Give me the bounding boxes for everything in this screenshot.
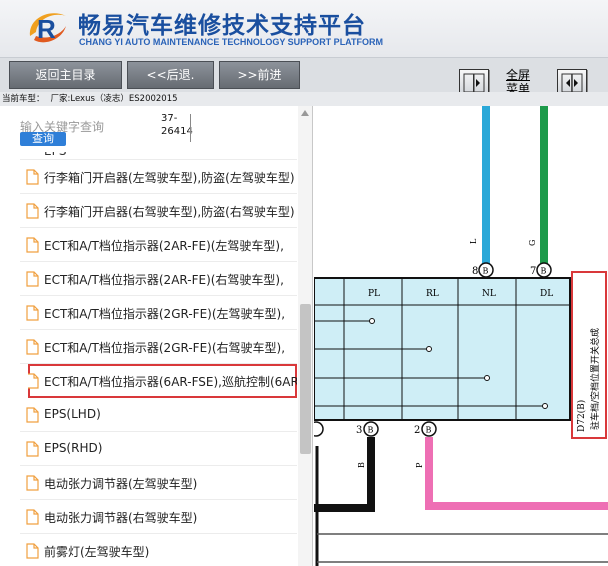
sidebar-tree: 输入关键字查询 37- 26414 查询 EPS 行李箱门开启器(左驾驶车型),… — [0, 106, 313, 566]
list-item[interactable]: ECT和A/T档位指示器(2GR-FE)(右驾驶车型), — [20, 330, 297, 364]
header-banner: R 畅易汽车维修技术支持平台 CHANG YI AUTO MAINTENANCE… — [0, 0, 608, 58]
vehicle-label: 当前车型： — [2, 94, 45, 104]
document-icon — [26, 339, 39, 355]
list-item[interactable]: ECT和A/T档位指示器(2GR-FE)(左驾驶车型), — [20, 296, 297, 330]
list-item-label: ECT和A/T档位指示器(2AR-FE)(左驾驶车型), — [44, 239, 284, 253]
pin-2-label: 2 — [414, 425, 420, 436]
brand-title: 畅易汽车维修技术支持平台 — [78, 13, 366, 39]
col-dl-label: DL — [540, 289, 553, 299]
vehicle-maker: 厂家:Lexus（凌志）ES2002015 — [50, 94, 178, 104]
component-name: 驻车档/空档位置开关总成 — [589, 328, 601, 430]
pin-left-connector — [314, 421, 324, 437]
wiring-diagram[interactable]: L G 8 B 7 B PL RL NL DL D72(B) 驻车档/空档位置开… — [314, 106, 608, 566]
search-value[interactable]: 37- 26414 — [161, 112, 193, 138]
app-window: R 畅易汽车维修技术支持平台 CHANG YI AUTO MAINTENANCE… — [0, 0, 608, 566]
contact-pl-dot — [369, 318, 375, 324]
search-value-line1: 37- — [161, 113, 178, 124]
document-icon — [26, 305, 39, 321]
contact-nl-dot — [484, 375, 490, 381]
back-button[interactable]: <<后退. — [127, 61, 214, 89]
pin-3-label: 3 — [356, 425, 362, 436]
wiring-diagram-svg: L G 8 B 7 B PL RL NL DL D72(B) 驻车档/空档位置开… — [314, 106, 608, 566]
col-nl-label: NL — [482, 289, 496, 299]
list-item-label: EPS(LHD) — [44, 407, 101, 421]
pin-2-connector-label: B — [426, 426, 432, 435]
list-item[interactable]: 电动张力调节器(右驾驶车型) — [20, 500, 297, 534]
list-item[interactable]: 电动张力调节器(左驾驶车型) — [20, 466, 297, 500]
brand-subtitle: CHANG YI AUTO MAINTENANCE TECHNOLOGY SUP… — [79, 37, 384, 47]
document-icon — [26, 543, 39, 559]
wire-black — [314, 437, 375, 512]
search-caret — [190, 114, 191, 142]
list-item-label: 行李箱门开启器(左驾驶车型),防盗(左驾驶车型) — [44, 171, 295, 185]
document-icon — [26, 237, 39, 253]
document-list: EPS 行李箱门开启器(左驾驶车型),防盗(左驾驶车型) 行李箱门开启器(右驾驶车… — [20, 152, 297, 566]
document-icon — [26, 203, 39, 219]
document-icon — [26, 475, 39, 491]
list-item[interactable]: ECT和A/T档位指示器(6AR-FSE),巡航控制(6AR — [28, 364, 297, 398]
list-item-label: 行李箱门开启器(右驾驶车型),防盗(右驾驶车型) — [44, 205, 295, 219]
search-button[interactable]: 查询 — [20, 132, 66, 146]
scroll-up-arrow-icon[interactable] — [301, 110, 309, 116]
wire-green-label: G — [528, 240, 537, 246]
wire-black-label: B — [357, 462, 366, 468]
list-item[interactable]: EPS(LHD) — [20, 398, 297, 432]
forward-button[interactable]: >>前进 — [219, 61, 300, 89]
document-icon — [26, 407, 39, 423]
pin-3-connector-label: B — [368, 426, 374, 435]
list-item-partial-label: EPS — [44, 152, 66, 158]
list-item[interactable]: ECT和A/T档位指示器(2AR-FE)(左驾驶车型), — [20, 228, 297, 262]
vehicle-info-bar: 当前车型： 厂家:Lexus（凌志）ES2002015 — [0, 92, 608, 106]
contact-rl-dot — [426, 346, 432, 352]
document-icon — [26, 271, 39, 287]
col-pl-label: PL — [368, 289, 380, 299]
pin-7-connector-label: B — [541, 267, 547, 276]
col-rl-label: RL — [426, 289, 439, 299]
pin-8-connector-label: B — [483, 267, 489, 276]
svg-text:R: R — [37, 14, 56, 44]
list-item-label: ECT和A/T档位指示器(2GR-FE)(右驾驶车型), — [44, 341, 286, 355]
document-icon — [28, 373, 39, 389]
pin-8-label: 8 — [472, 266, 478, 277]
back-home-button[interactable]: 返回主目录 — [9, 61, 122, 89]
sidebar-scrollbar[interactable] — [298, 106, 312, 566]
list-item-label: ECT和A/T档位指示器(2AR-FE)(右驾驶车型), — [44, 273, 284, 287]
list-item-label: 电动张力调节器(右驾驶车型) — [44, 511, 198, 525]
list-item-label: ECT和A/T档位指示器(2GR-FE)(左驾驶车型), — [44, 307, 286, 321]
list-item-label: 前雾灯(左驾驶车型) — [44, 545, 150, 559]
contact-dl-dot — [542, 403, 548, 409]
fullscreen-label[interactable]: 全屏 — [503, 68, 533, 82]
component-code: D72(B) — [576, 400, 587, 432]
list-item-partial[interactable]: EPS — [20, 152, 297, 160]
wire-blue-label: L — [469, 238, 478, 244]
list-item-label: 电动张力调节器(左驾驶车型) — [44, 477, 198, 491]
brand-logo-icon: R — [29, 13, 66, 44]
wire-pink-label: P — [415, 462, 424, 468]
document-icon — [26, 509, 39, 525]
pin-7-label: 7 — [530, 266, 536, 277]
list-item[interactable]: 前雾灯(左驾驶车型) — [20, 534, 297, 566]
document-icon — [26, 441, 39, 457]
wire-pink — [425, 437, 608, 510]
list-item-label: EPS(RHD) — [44, 441, 103, 455]
document-icon — [26, 169, 39, 185]
list-item-label: ECT和A/T档位指示器(6AR-FSE),巡航控制(6AR — [44, 375, 297, 389]
list-item[interactable]: EPS(RHD) — [20, 432, 297, 466]
list-item[interactable]: 行李箱门开启器(右驾驶车型),防盗(右驾驶车型) — [20, 194, 297, 228]
search-value-line2: 26414 — [161, 126, 193, 137]
list-item[interactable]: ECT和A/T档位指示器(2AR-FE)(右驾驶车型), — [20, 262, 297, 296]
scroll-thumb[interactable] — [300, 304, 311, 454]
list-item[interactable]: 行李箱门开启器(左驾驶车型),防盗(左驾驶车型) — [20, 160, 297, 194]
